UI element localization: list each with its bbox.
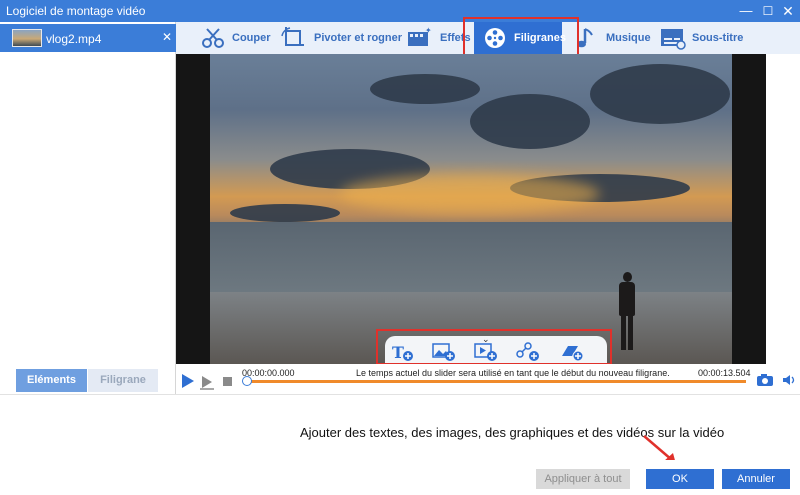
- separator: [0, 394, 800, 395]
- step-forward-icon[interactable]: [200, 374, 214, 390]
- tool-couper[interactable]: Couper: [200, 22, 290, 54]
- file-item[interactable]: vlog2.mp4 ✕: [0, 24, 176, 52]
- sea: [210, 222, 732, 292]
- svg-text:✦: ✦: [425, 26, 432, 35]
- apply-all-button[interactable]: Appliquer à tout: [536, 469, 630, 489]
- remove-file-icon[interactable]: ✕: [162, 30, 172, 44]
- subtitle-icon: [661, 29, 686, 50]
- timeline-note: Le temps actuel du slider sera utilisé e…: [356, 368, 670, 378]
- camera-icon[interactable]: [756, 373, 774, 387]
- ok-button[interactable]: OK: [646, 469, 714, 489]
- video-frame: [210, 54, 732, 364]
- tool-label: Couper: [232, 32, 271, 44]
- tool-musique[interactable]: Musique: [574, 22, 651, 54]
- highlight-box-tray: [376, 329, 612, 365]
- stop-icon[interactable]: [223, 377, 232, 386]
- sunset-glow: [340, 174, 600, 214]
- video-thumbnail: [12, 29, 42, 47]
- timeline-track[interactable]: [244, 380, 746, 383]
- video-preview-area: [176, 54, 766, 364]
- minimize-icon[interactable]: —: [734, 0, 758, 22]
- tool-label: Musique: [606, 32, 651, 44]
- cloud: [590, 64, 730, 124]
- play-icon[interactable]: [182, 374, 194, 388]
- timeline-slider-knob[interactable]: [242, 376, 252, 386]
- tab-elements[interactable]: Eléments: [16, 369, 87, 392]
- tab-filigrane[interactable]: Filigrane: [88, 369, 158, 392]
- tool-label: Sous-titre: [692, 32, 744, 44]
- window-title: Logiciel de montage vidéo: [6, 4, 146, 18]
- cancel-button[interactable]: Annuler: [722, 469, 790, 489]
- timeline-bar: 00:00:00.000 Le temps actuel du slider s…: [176, 364, 800, 394]
- cloud: [470, 94, 590, 149]
- cut-icon: [202, 28, 224, 48]
- file-list-panel: vlog2.mp4 ✕ Eléments Filigrane: [0, 22, 176, 394]
- cloud: [230, 204, 340, 222]
- file-name: vlog2.mp4: [46, 32, 102, 46]
- tool-sous-titre[interactable]: Sous-titre: [660, 22, 756, 54]
- effects-icon: ✦: [408, 26, 432, 46]
- tool-label: Pivoter et rogner: [314, 32, 403, 44]
- left-tabs: Eléments Filigrane: [16, 369, 158, 392]
- total-time: 00:00:13.504: [698, 368, 751, 378]
- tool-pivoter-rogner[interactable]: Pivoter et rogner: [280, 22, 402, 54]
- tool-effets[interactable]: ✦ Effets: [406, 22, 471, 54]
- cloud: [370, 74, 480, 104]
- person-silhouette: [616, 272, 638, 352]
- rotate-crop-icon: [281, 27, 304, 46]
- highlight-box-toolbar: [463, 17, 579, 57]
- title-bar: Logiciel de montage vidéo — ☐ ✕: [0, 0, 800, 22]
- close-icon[interactable]: ✕: [776, 0, 800, 22]
- volume-icon[interactable]: [782, 373, 798, 387]
